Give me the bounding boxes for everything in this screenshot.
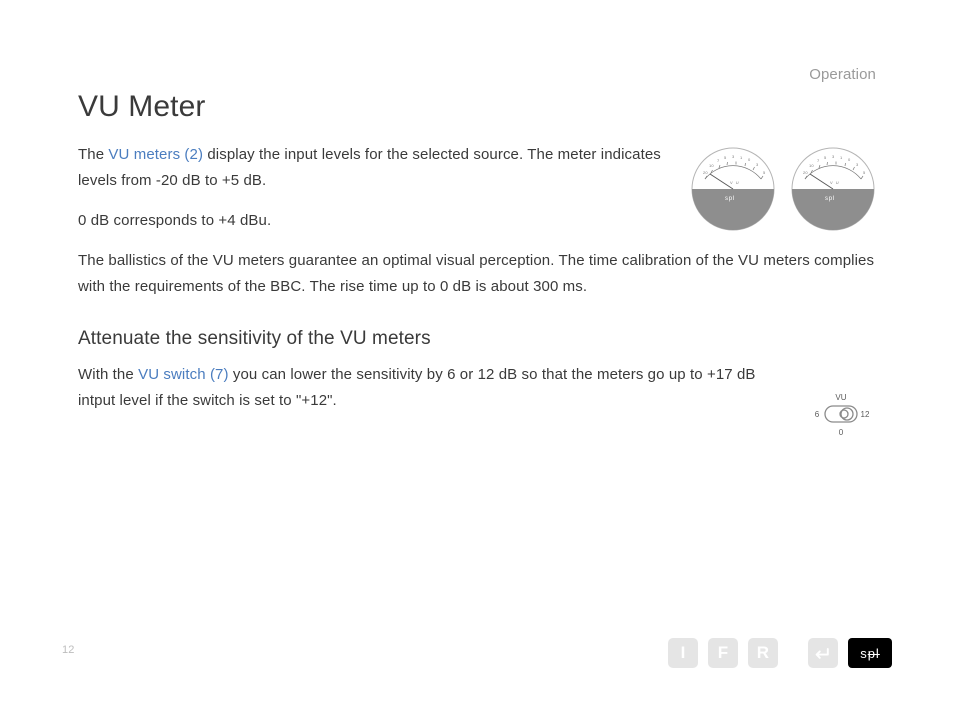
svg-text:20: 20 xyxy=(703,170,708,175)
sw-top: VU xyxy=(835,393,846,402)
nav-index-button[interactable]: I xyxy=(668,638,698,668)
spacer xyxy=(788,638,798,668)
svg-text:10: 10 xyxy=(709,163,714,168)
svg-text:V U: V U xyxy=(730,180,740,185)
p1-a: The xyxy=(78,146,108,163)
nav-return-button[interactable]: R xyxy=(748,638,778,668)
vu-meters-illustration: 20 10 7 5 3 1 0 3 5 V U spl xyxy=(690,142,876,248)
nav-forward-button[interactable]: F xyxy=(708,638,738,668)
section-label: Operation xyxy=(809,66,876,83)
svg-text:20: 20 xyxy=(803,170,808,175)
vu-switch-illustration: VU 6 12 0 xyxy=(806,362,876,443)
svg-text:V U: V U xyxy=(830,180,840,185)
vu-switch-link[interactable]: VU switch (7) xyxy=(138,366,228,383)
return-arrow-icon xyxy=(815,646,831,660)
intro-paragraph: The VU meters (2) display the input leve… xyxy=(78,142,670,194)
svg-text:spl: spl xyxy=(825,196,835,202)
sw-right: 12 xyxy=(860,410,870,419)
svg-text:10: 10 xyxy=(809,163,814,168)
svg-text:spl: spl xyxy=(725,196,735,202)
vu-meter-left-icon: 20 10 7 5 3 1 0 3 5 V U spl xyxy=(690,146,776,248)
p4: With the VU switch (7) you can lower the… xyxy=(78,362,782,414)
vu-meters-link[interactable]: VU meters (2) xyxy=(108,146,203,163)
page-title: VU Meter xyxy=(78,90,876,124)
spl-logo-text: spl xyxy=(860,646,880,661)
page-number: 12 xyxy=(62,644,74,656)
vu-meter-right-icon: 20 10 7 5 3 1 0 3 5 V U spl xyxy=(790,146,876,248)
p4-a: With the xyxy=(78,366,138,383)
subsection-title: Attenuate the sensitivity of the VU mete… xyxy=(78,328,876,350)
sw-left: 6 xyxy=(815,410,820,419)
sw-bottom: 0 xyxy=(839,428,844,437)
p2: 0 dB corresponds to +4 dBu. xyxy=(78,208,670,234)
p3: The ballistics of the VU meters guarante… xyxy=(78,248,876,300)
nav-back-button[interactable] xyxy=(808,638,838,668)
footer-nav: I F R spl xyxy=(668,638,892,668)
spl-logo[interactable]: spl xyxy=(848,638,892,668)
